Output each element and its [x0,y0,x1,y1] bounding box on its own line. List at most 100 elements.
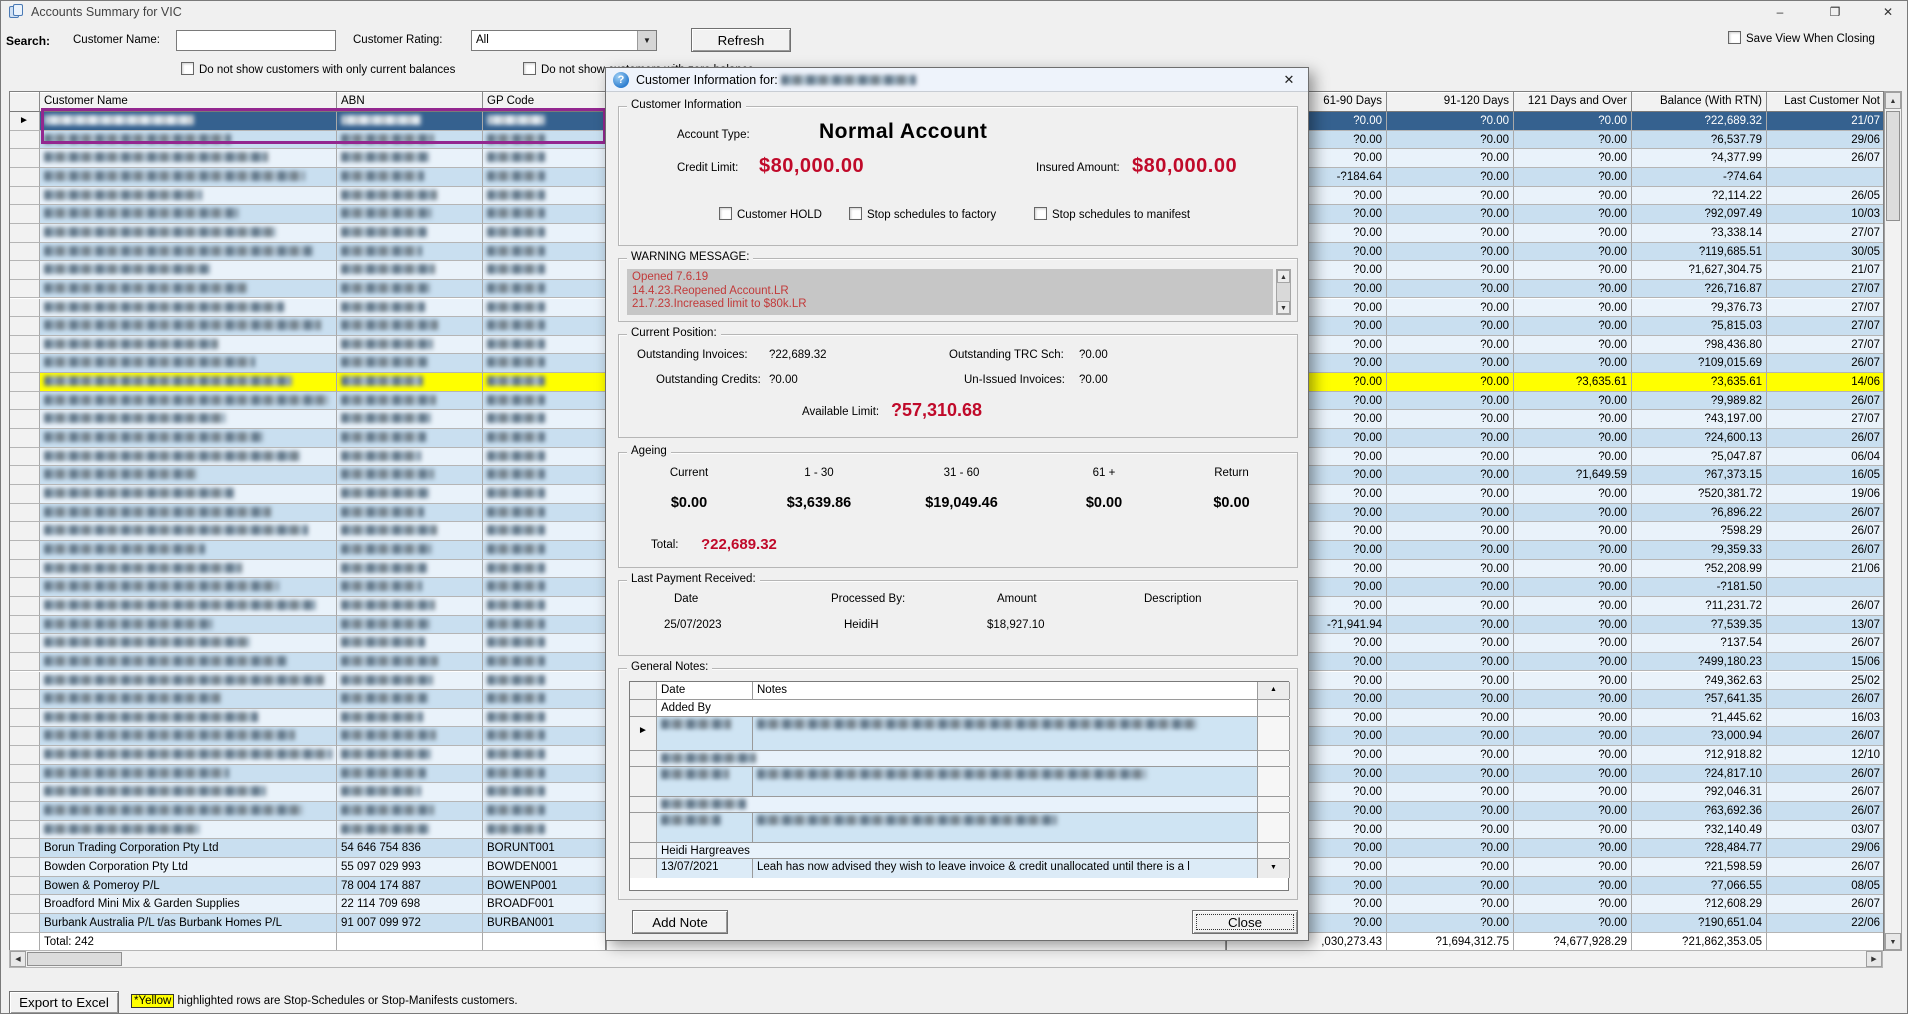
table-row[interactable]: ?0.00?0.00?0.00?12,608.2926/07 [1227,895,1883,914]
table-cell[interactable]: ?0.00 [1514,578,1632,597]
notes-record-row[interactable]: ► [630,717,1288,751]
table-cell[interactable]: ?0.00 [1514,149,1632,168]
table-row[interactable]: ?0.00?0.00?0.00?1,445.6216/03 [1227,709,1883,728]
row-selector[interactable] [10,783,40,802]
table-cell[interactable]: ?0.00 [1387,914,1514,933]
table-cell[interactable]: ?0.00 [1514,783,1632,802]
row-selector[interactable] [10,634,40,653]
close-icon[interactable]: ✕ [1871,1,1905,23]
table-cell[interactable]: ?0.00 [1387,672,1514,691]
table-cell[interactable]: ?137.54 [1632,634,1767,653]
table-row[interactable]: ?0.00?0.00?0.00?520,381.7219/06 [1227,485,1883,504]
table-row[interactable]: ?0.00?0.00?0.00?43,197.0027/07 [1227,410,1883,429]
table-cell[interactable]: ?0.00 [1514,429,1632,448]
table-row[interactable]: ?0.00?0.00?0.00?63,692.3626/07 [1227,802,1883,821]
table-row[interactable] [10,522,605,541]
table-row[interactable] [10,149,605,168]
table-cell[interactable]: 26/07 [1767,727,1883,746]
table-cell[interactable]: ?0.00 [1387,187,1514,206]
table-cell[interactable]: ?3,635.61 [1632,373,1767,392]
table-cell[interactable] [40,224,337,243]
table-cell[interactable] [483,280,605,299]
table-cell[interactable]: 26/07 [1767,783,1883,802]
table-cell[interactable]: 27/07 [1767,336,1883,355]
table-row[interactable]: ?0.00?0.00?0.00?32,140.4903/07 [1227,821,1883,840]
table-cell[interactable]: ?0.00 [1514,504,1632,523]
table-cell[interactable] [337,485,483,504]
notes-table[interactable]: Date Notes ▲ Added By ► [629,681,1289,891]
table-cell[interactable]: 15/06 [1767,653,1883,672]
table-row[interactable]: ?0.00?0.00?0.00?499,180.2315/06 [1227,653,1883,672]
table-cell[interactable]: ?9,376.73 [1632,299,1767,318]
table-cell[interactable] [337,653,483,672]
table-row[interactable]: ?0.00?0.00?0.00?24,600.1326/07 [1227,429,1883,448]
table-row[interactable]: ?0.00?0.00?0.00?9,376.7327/07 [1227,299,1883,318]
table-cell[interactable] [40,429,337,448]
table-cell[interactable] [337,709,483,728]
table-cell[interactable]: 26/07 [1767,541,1883,560]
table-cell[interactable]: ?12,608.29 [1632,895,1767,914]
table-row[interactable]: ?0.00?0.00?0.00?598.2926/07 [1227,522,1883,541]
table-row[interactable] [10,783,605,802]
table-row[interactable] [10,261,605,280]
table-cell[interactable] [483,429,605,448]
table-cell[interactable]: ?0.00 [1387,429,1514,448]
table-row[interactable] [10,280,605,299]
table-cell[interactable]: 26/07 [1767,802,1883,821]
table-cell[interactable] [40,578,337,597]
table-cell[interactable] [40,261,337,280]
table-cell[interactable]: 13/07 [1767,616,1883,635]
table-cell[interactable] [483,560,605,579]
stop-manifest-checkbox[interactable]: Stop schedules to manifest [1034,207,1190,221]
row-selector[interactable] [10,765,40,784]
table-cell[interactable]: ?0.00 [1514,821,1632,840]
table-cell[interactable]: 27/07 [1767,317,1883,336]
table-cell[interactable]: BURBAN001 [483,914,605,933]
table-cell[interactable] [40,336,337,355]
table-cell[interactable]: ?0.00 [1514,112,1632,131]
table-cell[interactable]: ?0.00 [1387,354,1514,373]
table-cell[interactable]: ?0.00 [1387,858,1514,877]
table-cell[interactable] [483,821,605,840]
table-row[interactable]: ?0.00?0.00?0.00?21,598.5926/07 [1227,858,1883,877]
row-selector[interactable] [10,131,40,150]
table-cell[interactable]: ?0.00 [1514,131,1632,150]
table-cell[interactable]: ?0.00 [1387,410,1514,429]
table-cell[interactable]: ?0.00 [1514,765,1632,784]
table-cell[interactable] [337,821,483,840]
table-row[interactable]: ?0.00?0.00?0.00?109,015.6926/07 [1227,354,1883,373]
table-cell[interactable]: ?21,598.59 [1632,858,1767,877]
row-selector[interactable] [10,373,40,392]
table-cell[interactable] [40,541,337,560]
table-cell[interactable] [337,560,483,579]
table-cell[interactable]: ?4,377.99 [1632,149,1767,168]
table-cell[interactable]: ?499,180.23 [1632,653,1767,672]
table-cell[interactable]: ?0.00 [1514,299,1632,318]
table-row[interactable] [10,765,605,784]
table-cell[interactable]: -?74.64 [1632,168,1767,187]
table-cell[interactable] [337,280,483,299]
table-row[interactable]: ?0.00?0.00?0.00?3,000.9426/07 [1227,727,1883,746]
table-cell[interactable]: ?22,689.32 [1632,112,1767,131]
table-cell[interactable]: -?181.50 [1632,578,1767,597]
table-cell[interactable]: ?5,815.03 [1632,317,1767,336]
table-cell[interactable] [40,373,337,392]
table-row[interactable]: ?0.00?0.00?0.00?12,918.8212/10 [1227,746,1883,765]
table-row[interactable]: ?0.00?0.00?0.00?5,047.8706/04 [1227,448,1883,467]
table-cell[interactable] [483,373,605,392]
table-cell[interactable]: ?0.00 [1387,839,1514,858]
table-row[interactable]: ?0.00?0.00?0.00?190,651.0422/06 [1227,914,1883,933]
row-selector[interactable] [10,243,40,262]
table-cell[interactable] [337,504,483,523]
row-selector[interactable] [10,802,40,821]
table-cell[interactable] [483,187,605,206]
table-cell[interactable]: ?0.00 [1514,858,1632,877]
table-cell[interactable]: 26/07 [1767,690,1883,709]
row-selector[interactable] [10,522,40,541]
scroll-down-icon[interactable]: ▼ [1258,859,1290,878]
table-cell[interactable] [40,485,337,504]
table-cell[interactable] [337,243,483,262]
table-cell[interactable]: ?98,436.80 [1632,336,1767,355]
table-row[interactable] [10,410,605,429]
warning-textarea[interactable]: Opened 7.6.19 14.4.23.Reopened Account.L… [627,269,1273,315]
